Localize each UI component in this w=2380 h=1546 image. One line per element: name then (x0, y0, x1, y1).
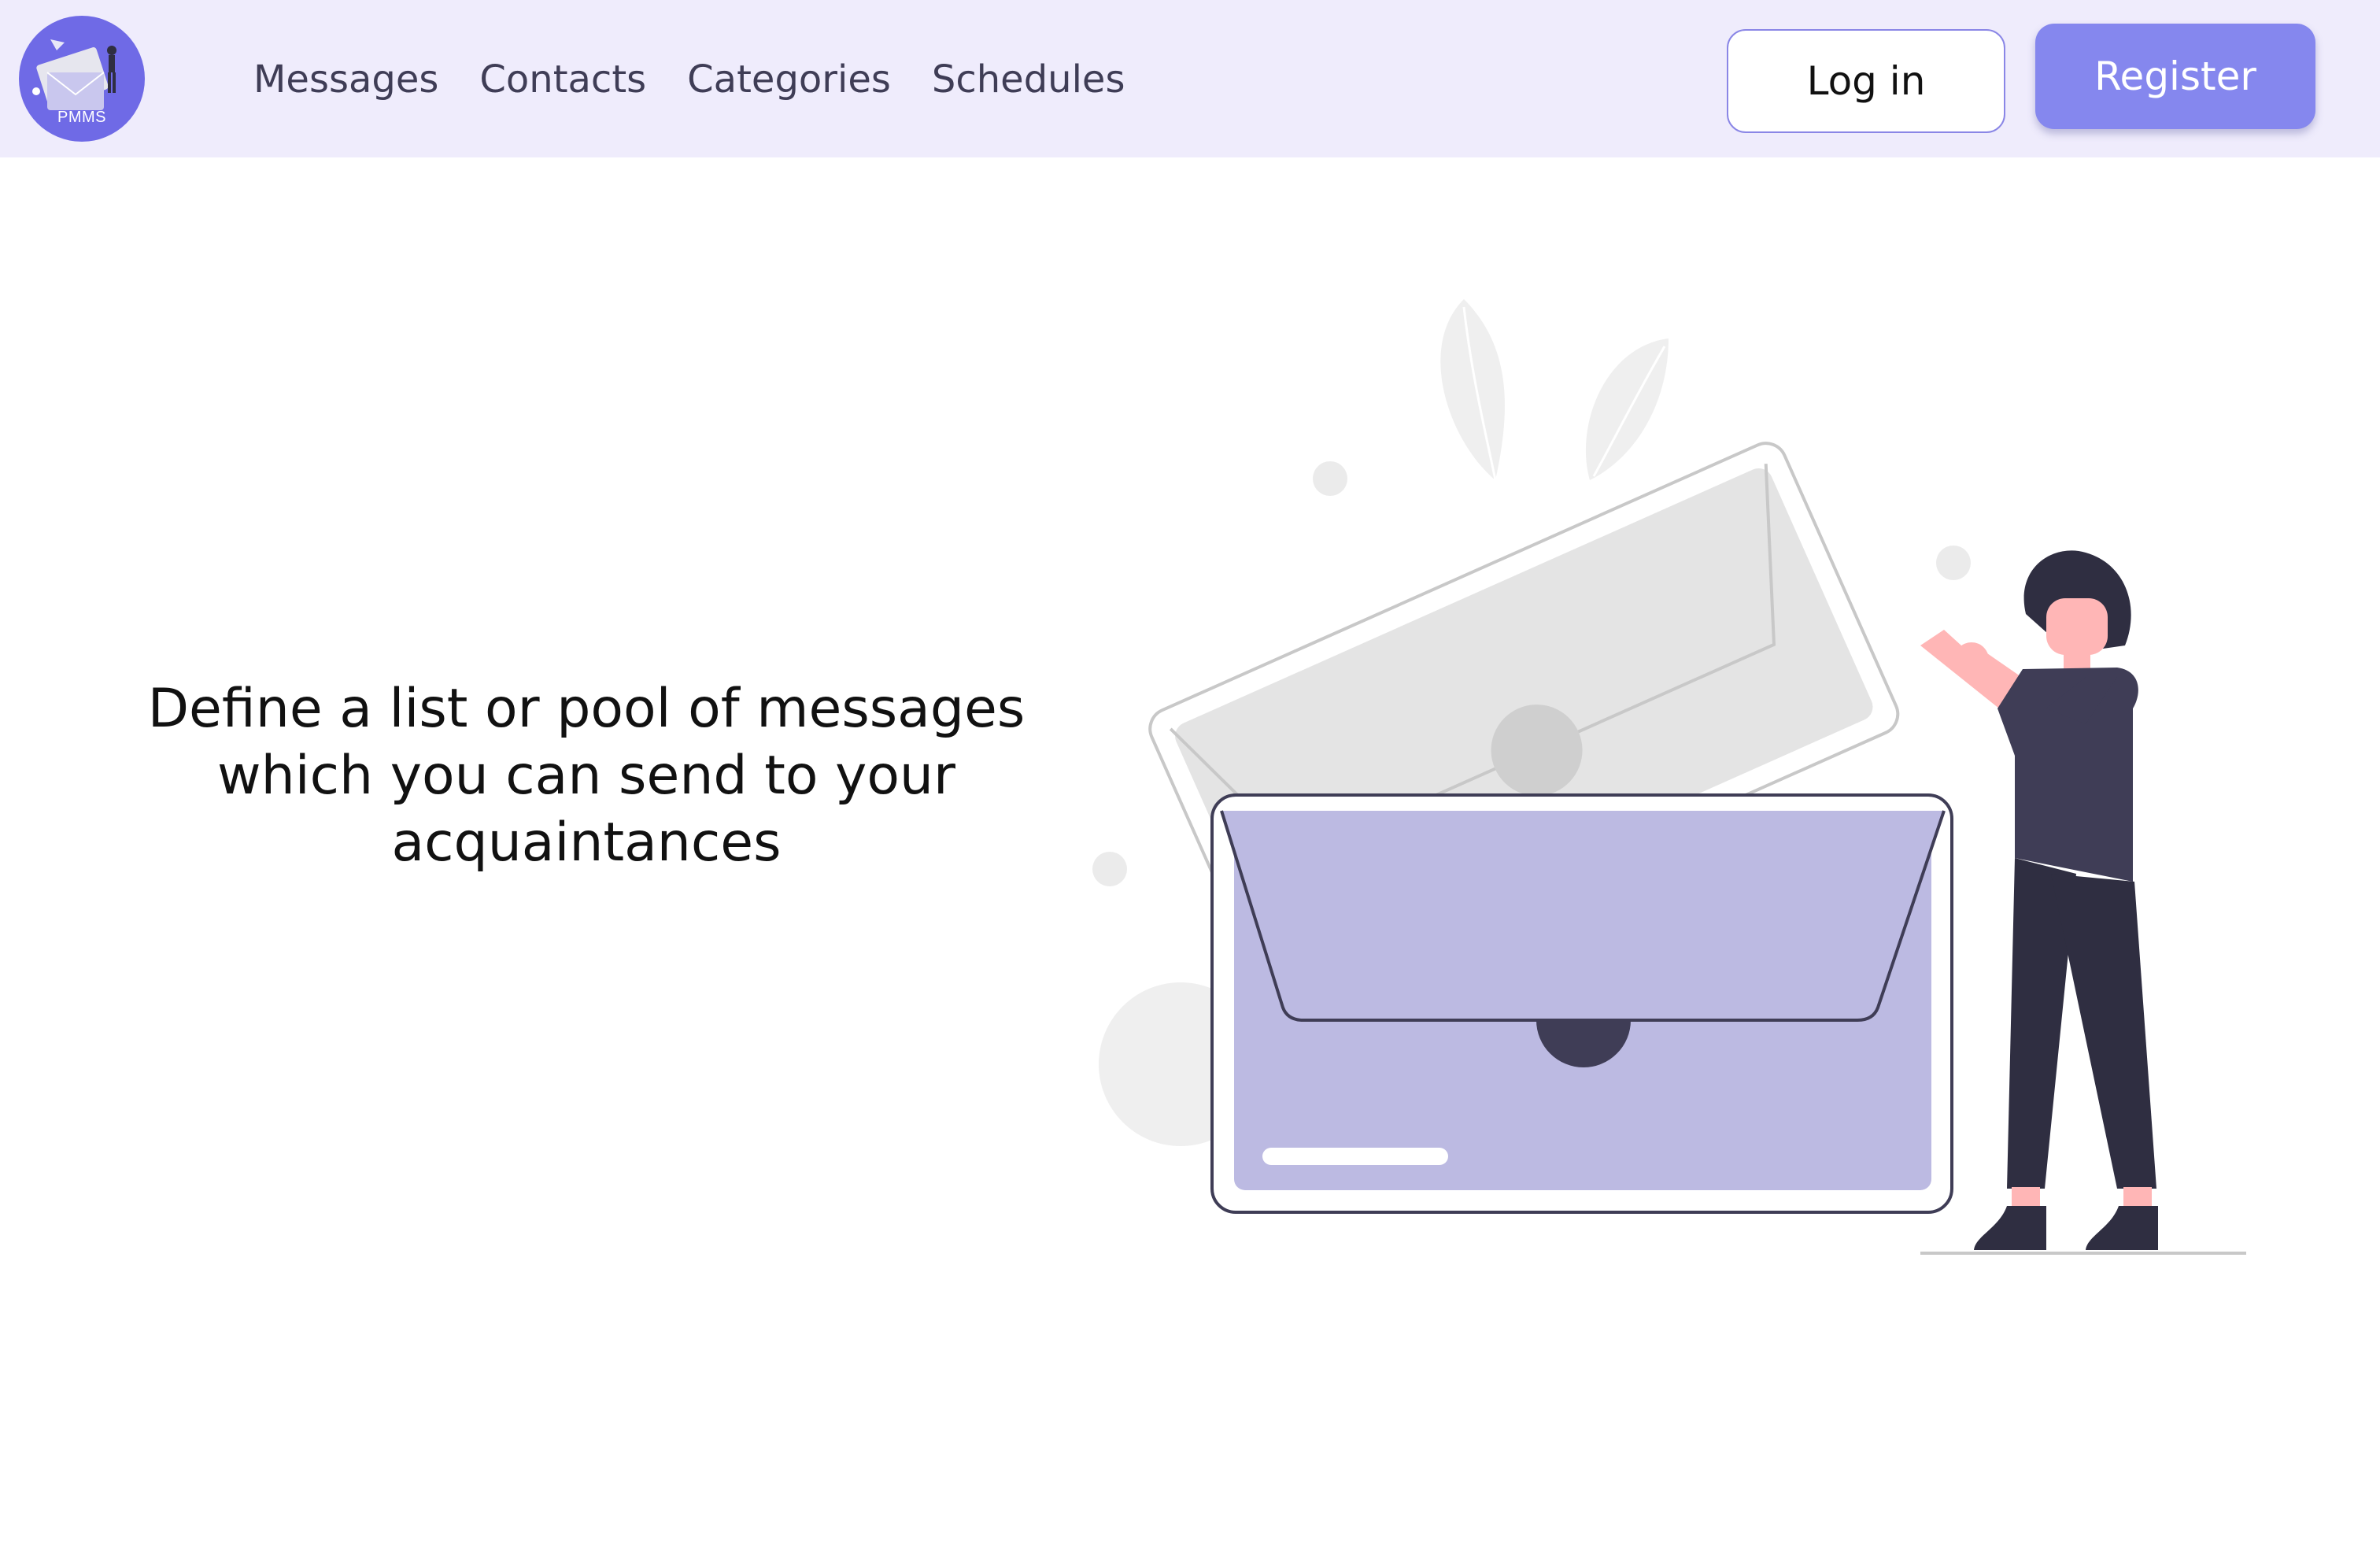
register-button[interactable]: Register (2035, 24, 2315, 129)
nav-messages[interactable]: Messages (253, 52, 438, 107)
main-nav: Messages Contacts Categories Schedules (253, 52, 1125, 107)
bubble (1936, 546, 1971, 580)
pmms-logo[interactable]: PMMS (19, 16, 145, 142)
person-figure (1920, 550, 2246, 1255)
hero-description: Define a list or pool of messages which … (147, 678, 1026, 874)
navbar: PMMS Messages Contacts Categories Schedu… (0, 0, 2380, 157)
envelope-illustration (1092, 299, 2246, 1255)
leaf-decoration (1440, 299, 1669, 481)
login-button[interactable]: Log in (1727, 29, 2005, 133)
front-envelope (1210, 793, 1953, 1214)
logo-text: PMMS (57, 109, 106, 126)
bubble (1092, 852, 1127, 886)
nav-categories[interactable]: Categories (687, 52, 891, 107)
nav-contacts[interactable]: Contacts (479, 52, 646, 107)
landing-page: PMMS Messages Contacts Categories Schedu… (0, 0, 2380, 1546)
bubble (1313, 461, 1347, 496)
nav-schedules[interactable]: Schedules (932, 52, 1125, 107)
